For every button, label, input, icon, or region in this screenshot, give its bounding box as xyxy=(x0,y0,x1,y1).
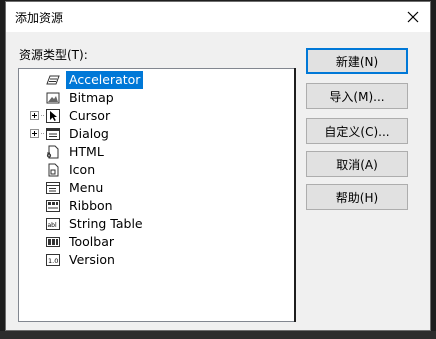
dialog-icon xyxy=(46,127,60,141)
tree-item-string-table[interactable]: abl String Table xyxy=(19,215,279,233)
add-resource-dialog: 添加资源 资源类型(T): Accelerator Bitmap Cursor … xyxy=(5,1,431,331)
menu-icon xyxy=(46,181,60,195)
background-editor-bottom xyxy=(0,331,436,339)
tree-item-label: Version xyxy=(69,252,115,267)
tree-item-bitmap[interactable]: Bitmap xyxy=(19,89,279,107)
close-icon xyxy=(407,11,419,23)
cursor-icon xyxy=(46,109,60,123)
import-button[interactable]: 导入(M)... xyxy=(306,83,408,109)
tree-connector xyxy=(41,115,44,117)
bitmap-icon xyxy=(46,91,60,105)
svg-text:abl: abl xyxy=(48,222,57,229)
custom-button[interactable]: 自定义(C)... xyxy=(306,118,408,144)
cancel-button[interactable]: 取消(A) xyxy=(306,151,408,177)
tree-item-dialog[interactable]: Dialog xyxy=(19,125,279,143)
close-button[interactable] xyxy=(402,6,424,28)
tree-item-html[interactable]: HTML xyxy=(19,143,279,161)
accelerator-icon xyxy=(46,73,60,87)
dialog-title: 添加资源 xyxy=(15,11,64,25)
tree-item-accelerator[interactable]: Accelerator xyxy=(19,71,279,89)
tree-item-label: Dialog xyxy=(69,126,109,141)
tree-item-label: String Table xyxy=(69,216,143,231)
tree-item-label: Icon xyxy=(69,162,96,177)
tree-item-ribbon[interactable]: Ribbon xyxy=(19,197,279,215)
resource-type-label: 资源类型(T): xyxy=(19,48,88,62)
html-icon xyxy=(46,145,60,159)
tree-item-label: Bitmap xyxy=(69,90,114,105)
svg-text:1.0: 1.0 xyxy=(48,257,58,265)
tree-item-label: Menu xyxy=(69,180,104,195)
icon-resource-icon xyxy=(46,163,60,177)
tree-item-toolbar[interactable]: Toolbar xyxy=(19,233,279,251)
expand-icon[interactable] xyxy=(30,129,39,138)
tree-item-icon[interactable]: Icon xyxy=(19,161,279,179)
resource-type-tree[interactable]: Accelerator Bitmap Cursor Dialog HTML Ic… xyxy=(18,68,296,322)
tree-item-label: HTML xyxy=(69,144,104,159)
string-table-icon: abl xyxy=(46,217,60,231)
tree-item-cursor[interactable]: Cursor xyxy=(19,107,279,125)
tree-item-version[interactable]: 1.0 Version xyxy=(19,251,279,269)
new-button[interactable]: 新建(N) xyxy=(306,48,408,74)
tree-right-edge xyxy=(294,68,296,322)
tree-item-label: Ribbon xyxy=(69,198,113,213)
tree-connector xyxy=(41,133,44,135)
toolbar-icon xyxy=(46,235,60,249)
help-button[interactable]: 帮助(H) xyxy=(306,184,408,210)
expand-icon[interactable] xyxy=(30,111,39,120)
title-bar: 添加资源 xyxy=(6,2,430,32)
ribbon-icon xyxy=(46,199,60,213)
tree-item-label: Cursor xyxy=(69,108,111,123)
version-icon: 1.0 xyxy=(46,253,60,267)
tree-item-label: Accelerator xyxy=(66,71,144,89)
tree-item-menu[interactable]: Menu xyxy=(19,179,279,197)
tree-item-label: Toolbar xyxy=(69,234,115,249)
